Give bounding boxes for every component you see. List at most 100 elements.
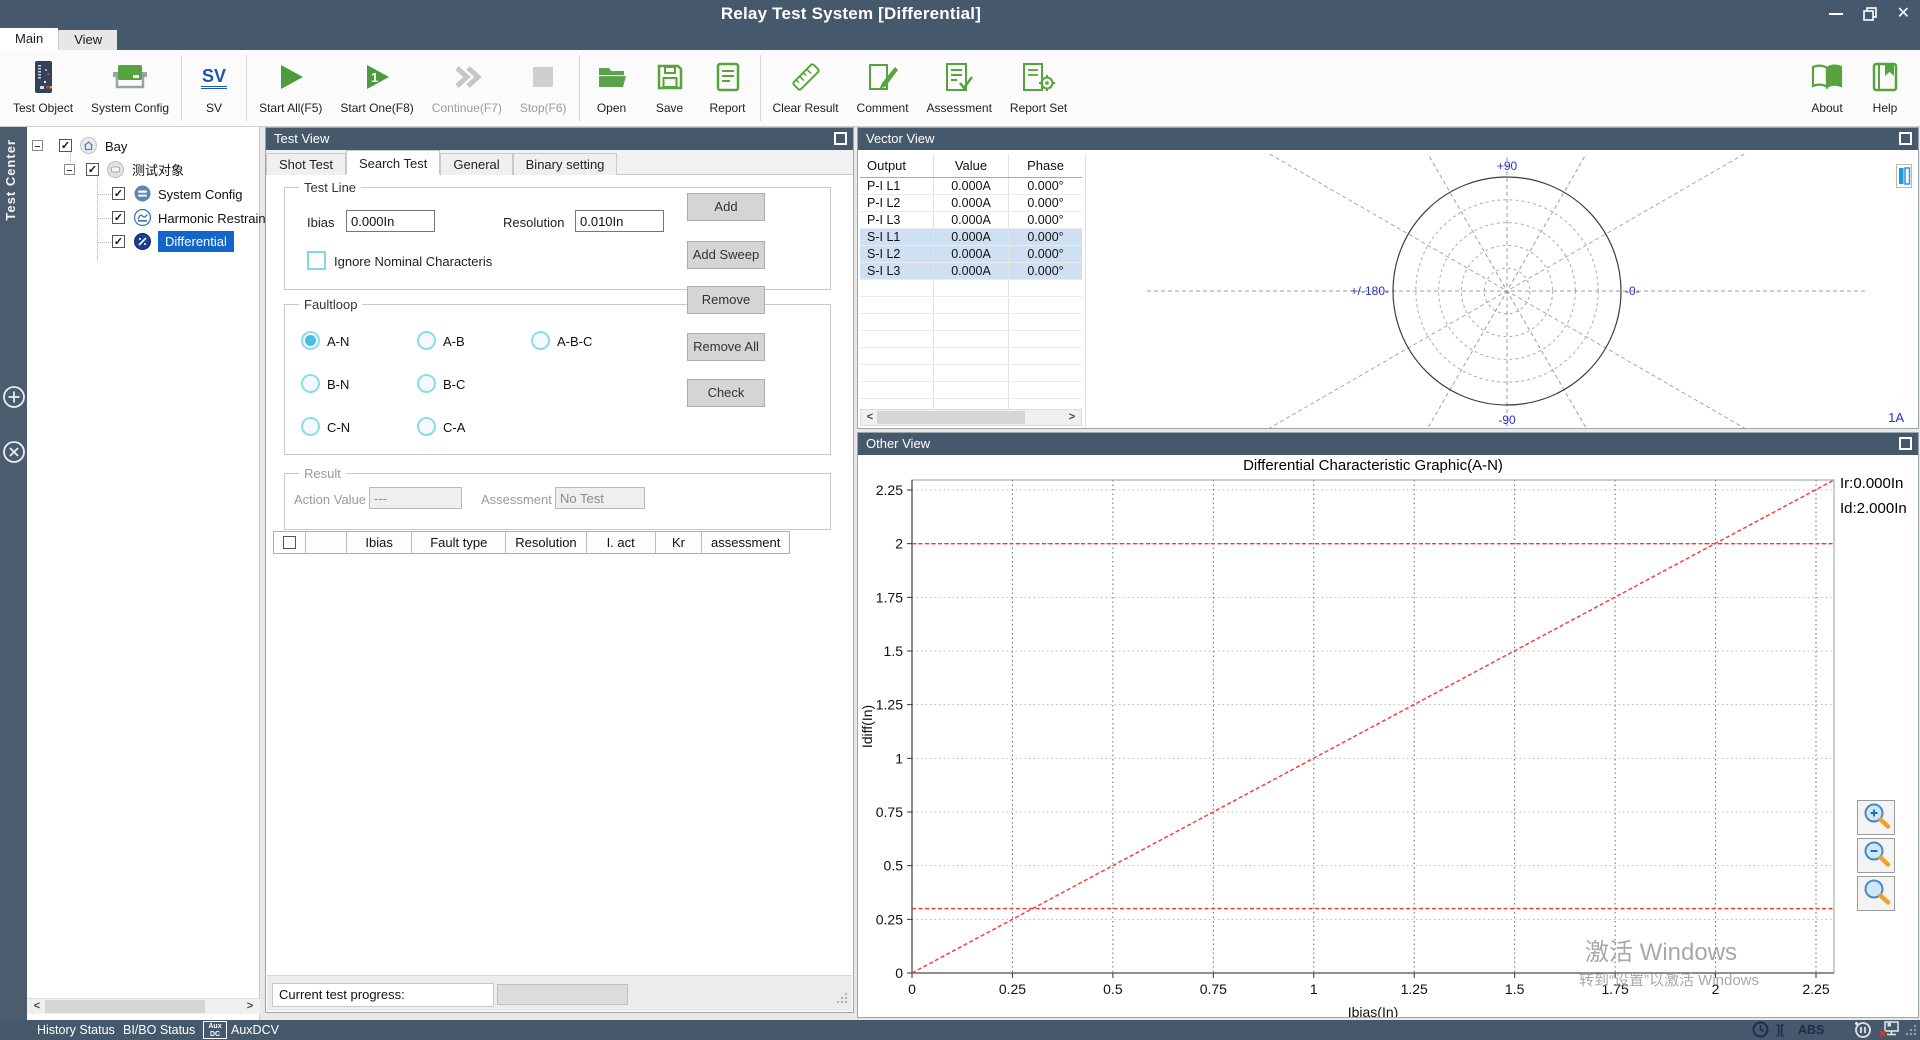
vector-row-p-i-l3[interactable]: P-I L30.000A0.000°: [860, 212, 1082, 229]
toolbar-button-continue-f7: Continue(F7): [423, 50, 511, 126]
tree-item-测试对象[interactable]: ✓测试对象: [27, 159, 260, 181]
zoom-in-button[interactable]: [1857, 800, 1895, 835]
check-button[interactable]: Check: [687, 379, 765, 407]
add-button[interactable]: Add: [687, 193, 765, 221]
tree-checkbox[interactable]: ✓: [112, 235, 125, 248]
faultloop-radio-label: A-N: [327, 334, 349, 349]
tree-horizontal-scrollbar[interactable]: < >: [27, 998, 260, 1014]
menu-tab-view[interactable]: View: [58, 30, 117, 50]
vector-cell: [1009, 348, 1082, 364]
remove-all-button[interactable]: Remove All: [687, 333, 765, 361]
resize-grip-icon[interactable]: [1905, 1024, 1917, 1039]
vector-cell: [934, 280, 1009, 296]
status-history-status[interactable]: History Status: [37, 1020, 115, 1040]
faultloop-radio-c-n[interactable]: [301, 417, 320, 436]
toolbar-button-comment[interactable]: Comment: [848, 50, 918, 126]
toolbar-button-start-all-f5[interactable]: Start All(F5): [250, 50, 331, 126]
zoom-out-button[interactable]: [1857, 838, 1895, 873]
toolbar-button-clear-result[interactable]: Clear Result: [764, 50, 848, 126]
vector-cell: 0.000°: [1009, 178, 1082, 194]
toolbar-button-about[interactable]: About: [1798, 50, 1856, 126]
vector-row-s-i-l1[interactable]: S-I L10.000A0.000°: [860, 229, 1082, 246]
svg-text:1A: 1A: [1888, 410, 1904, 425]
toolbar-button-help[interactable]: Help: [1856, 50, 1914, 126]
test-object-icon: [30, 54, 56, 100]
tab-shot-test[interactable]: Shot Test: [266, 153, 346, 175]
progress-strip: Current test progress:: [267, 975, 852, 1011]
scroll-right-icon[interactable]: >: [242, 999, 258, 1014]
panel-restore-icon[interactable]: [834, 132, 847, 145]
toolbar-button-start-one-f8[interactable]: 1Start One(F8): [331, 50, 422, 126]
toolbar-button-test-object[interactable]: Test Object: [4, 50, 82, 126]
vector-cell: 0.000A: [934, 195, 1009, 211]
vector-cell: [860, 280, 934, 296]
select-all-checkbox[interactable]: [283, 536, 296, 549]
vector-row-s-i-l2[interactable]: S-I L20.000A0.000°: [860, 246, 1082, 263]
status-auxdcv[interactable]: AuxDCV: [231, 1020, 279, 1040]
system-config-icon: [110, 54, 150, 100]
minimize-button[interactable]: [1829, 13, 1843, 15]
ignore-nominal-checkbox[interactable]: [307, 251, 326, 270]
toolbar-label: Report Set: [1010, 101, 1067, 115]
vector-row-s-i-l3[interactable]: S-I L30.000A0.000°: [860, 263, 1082, 280]
toolbar-button-save[interactable]: Save: [641, 50, 699, 126]
ibias-input[interactable]: [346, 210, 435, 232]
tree-checkbox[interactable]: ✓: [112, 187, 125, 200]
tab-search-test[interactable]: Search Test: [346, 150, 440, 175]
vector-cell: P-I L3: [860, 212, 934, 228]
sv-icon: SV: [201, 54, 227, 100]
toolbar-label: Open: [597, 101, 626, 115]
phasor-view-toggle-button[interactable]: [1896, 164, 1912, 193]
svg-text:Differential Characteristic Gr: Differential Characteristic Graphic(A-N): [1243, 457, 1503, 474]
toolbar-button-report-set[interactable]: Report Set: [1001, 50, 1076, 126]
close-button[interactable]: ✕: [1897, 6, 1910, 22]
tree-checkbox[interactable]: ✓: [112, 211, 125, 224]
vector-row-p-i-l2[interactable]: P-I L20.000A0.000°: [860, 195, 1082, 212]
restore-button[interactable]: [1863, 7, 1877, 21]
vector-cell: [934, 348, 1009, 364]
svg-text:Id:2.000In: Id:2.000In: [1840, 500, 1907, 517]
faultloop-radio-a-b-c[interactable]: [531, 331, 550, 350]
faultloop-radio-b-n[interactable]: [301, 374, 320, 393]
scrollbar-thumb[interactable]: [45, 1000, 205, 1013]
remove-button[interactable]: Remove: [687, 286, 765, 314]
toolbar-button-assessment[interactable]: Assessment: [918, 50, 1001, 126]
tree-expander-icon[interactable]: [64, 164, 75, 175]
vector-table-scrollbar[interactable]: < >: [860, 409, 1082, 426]
faultloop-radio-c-a[interactable]: [417, 417, 436, 436]
add-circle-button[interactable]: [2, 385, 26, 409]
toolbar-label: System Config: [91, 101, 169, 115]
tree-item-harmonic-restraint[interactable]: ✓Harmonic Restraint: [27, 207, 260, 229]
resolution-input[interactable]: [575, 210, 664, 232]
tab-binary-setting[interactable]: Binary setting: [513, 153, 618, 175]
add-sweep-button[interactable]: Add Sweep: [687, 241, 765, 269]
tree-item-bay[interactable]: ✓Bay: [27, 135, 260, 157]
scroll-right-icon[interactable]: >: [1064, 410, 1080, 425]
tree-expander-icon[interactable]: [32, 140, 43, 151]
results-select-all[interactable]: [274, 532, 306, 553]
resize-grip-icon[interactable]: [836, 990, 848, 1008]
faultloop-radio-b-c[interactable]: [417, 374, 436, 393]
scrollbar-thumb[interactable]: [877, 411, 1025, 424]
toolbar-button-sv[interactable]: SVSV: [185, 50, 243, 126]
status-bibo-status[interactable]: BI/BO Status: [123, 1020, 195, 1040]
panel-restore-icon[interactable]: [1899, 437, 1912, 450]
vector-row-p-i-l1[interactable]: P-I L10.000A0.000°: [860, 178, 1082, 195]
tree-item-differential[interactable]: ✓Differential: [27, 231, 260, 253]
toolbar-button-open[interactable]: Open: [583, 50, 641, 126]
tree-checkbox[interactable]: ✓: [59, 139, 72, 152]
panel-restore-icon[interactable]: [1899, 132, 1912, 145]
tree-item-system-config[interactable]: ✓System Config: [27, 183, 260, 205]
toolbar-button-report[interactable]: Report: [699, 50, 757, 126]
toolbar-button-system-config[interactable]: System Config: [82, 50, 178, 126]
scroll-left-icon[interactable]: <: [862, 410, 878, 425]
vector-cell: [934, 382, 1009, 398]
faultloop-radio-a-b[interactable]: [417, 331, 436, 350]
tree-checkbox[interactable]: ✓: [86, 163, 99, 176]
faultloop-radio-a-n[interactable]: [301, 331, 320, 350]
close-circle-button[interactable]: [2, 440, 26, 464]
zoom-reset-button[interactable]: [1857, 876, 1895, 911]
tab-general[interactable]: General: [440, 153, 512, 175]
scroll-left-icon[interactable]: <: [29, 999, 45, 1014]
menu-tab-main[interactable]: Main: [0, 28, 58, 50]
